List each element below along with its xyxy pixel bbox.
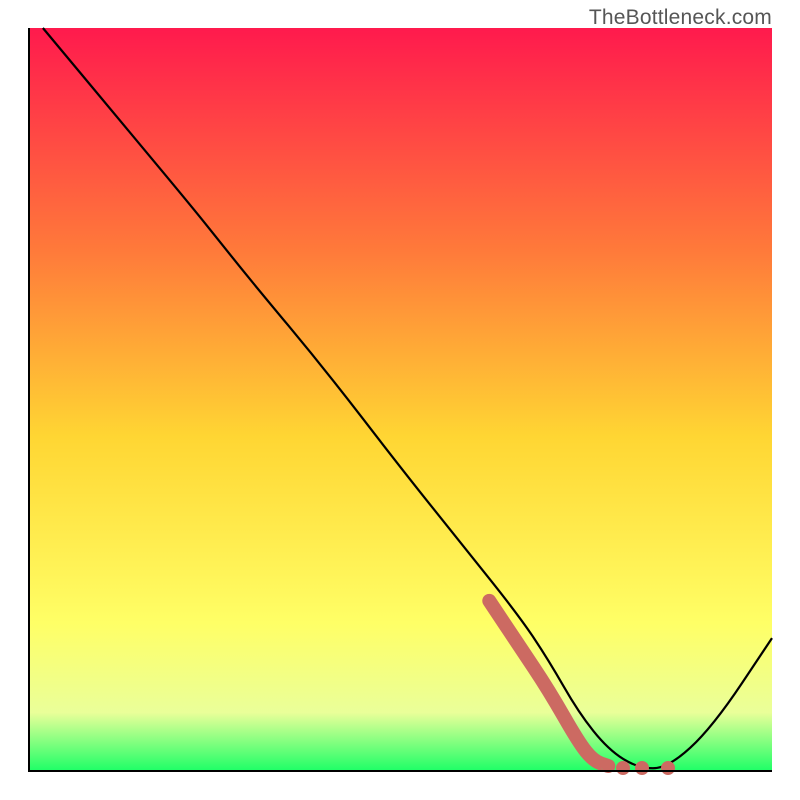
highlight-dot — [661, 761, 675, 775]
x-axis — [28, 770, 772, 772]
chart-curves — [28, 28, 772, 772]
y-axis — [28, 28, 30, 772]
chart-frame — [28, 28, 772, 772]
highlight-dot — [616, 761, 630, 775]
bottleneck-curve — [43, 28, 772, 768]
highlight-band — [489, 601, 608, 766]
watermark-text: TheBottleneck.com — [589, 6, 772, 30]
highlight-dot — [635, 761, 649, 775]
